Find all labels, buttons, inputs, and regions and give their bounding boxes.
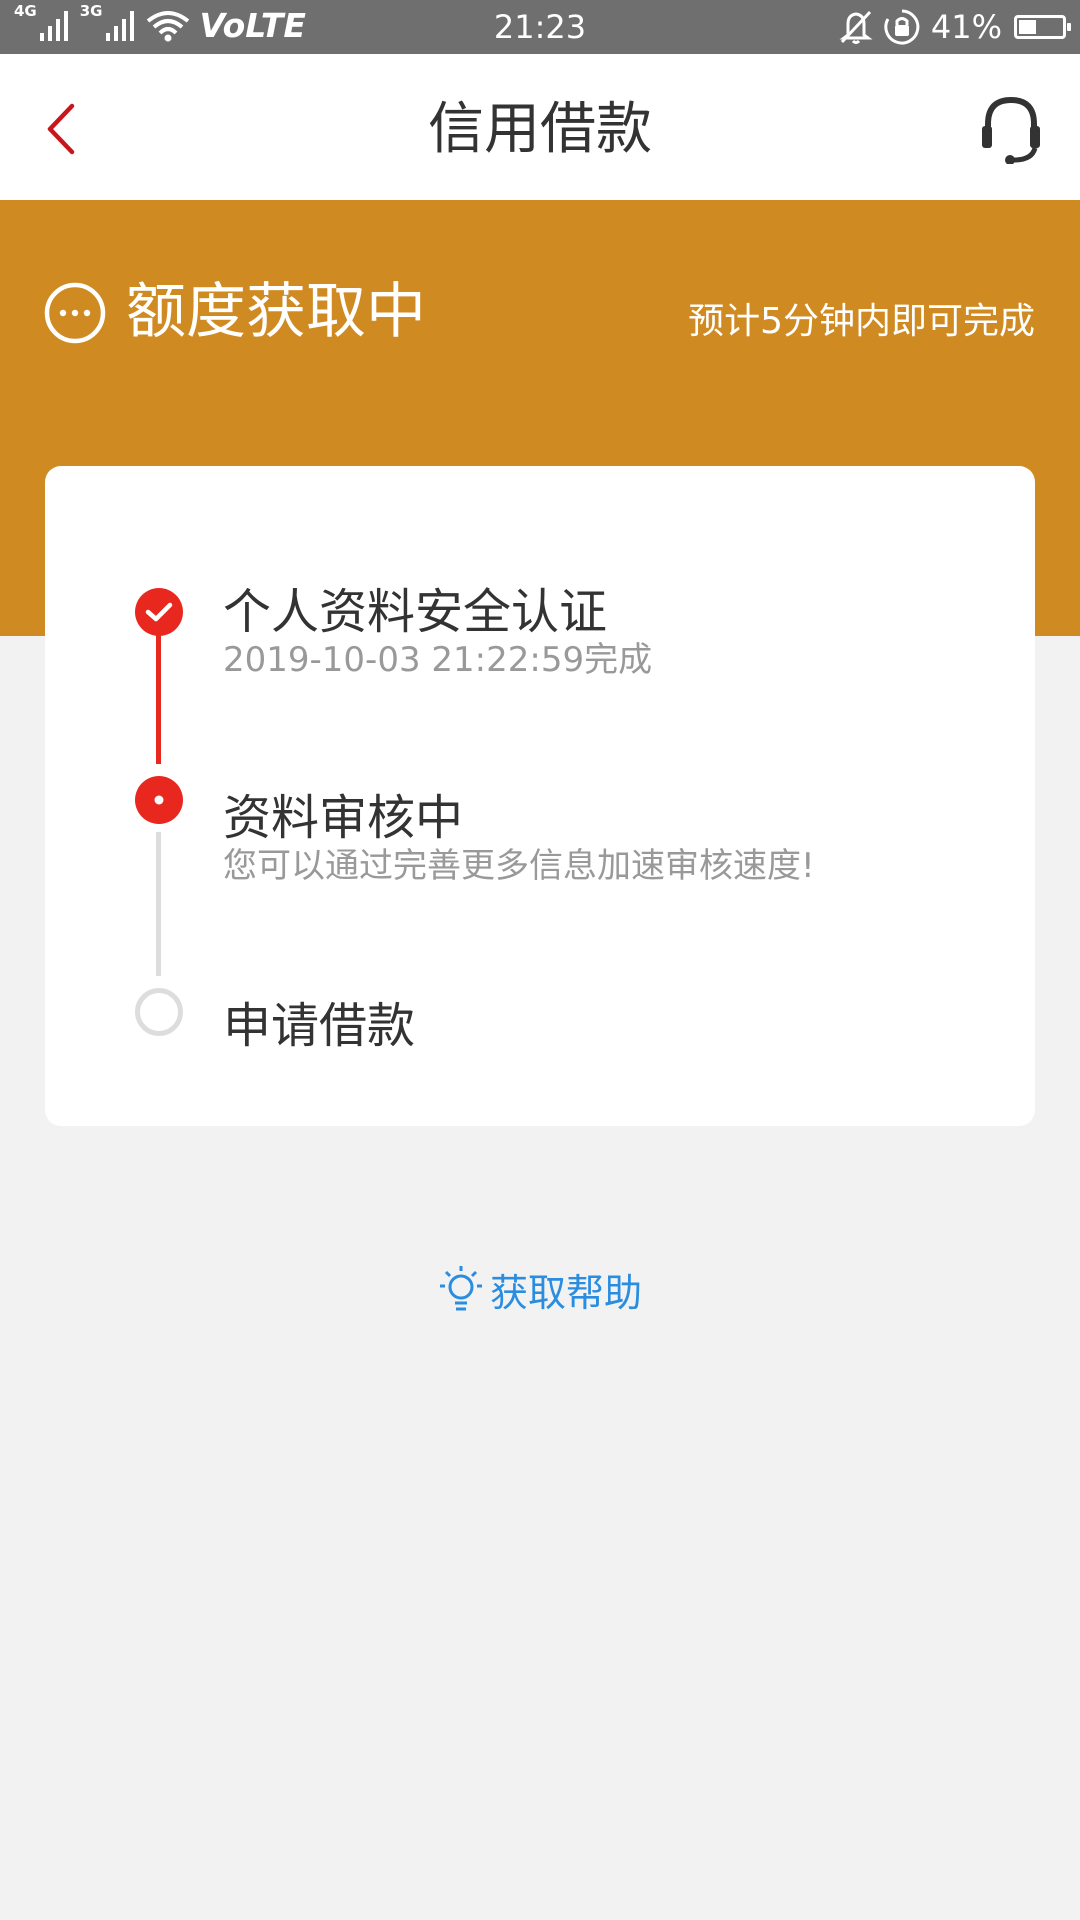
step-connector-done — [156, 620, 161, 764]
step-title: 申请借款 — [223, 998, 416, 1054]
step-title: 资料审核中 — [223, 790, 464, 846]
status-eta: 预计5分钟内即可完成 — [688, 301, 1035, 342]
battery-icon — [1014, 15, 1071, 39]
get-help-link[interactable]: 获取帮助 — [0, 1262, 1080, 1317]
status-title: 额度获取中 — [126, 277, 426, 347]
get-help-label: 获取帮助 — [489, 1271, 642, 1315]
battery-fill — [1019, 20, 1036, 34]
nav-bar: 信用借款 — [0, 54, 1080, 200]
step-pending-icon — [135, 988, 183, 1036]
battery-percent: 41% — [930, 8, 1002, 46]
rotation-lock-icon — [884, 9, 920, 45]
status-bar: 4G 3G VoLTE 21:23 41% — [0, 0, 1080, 54]
step-connector-pending — [156, 832, 161, 976]
progress-card: 个人资料安全认证 2019-10-03 21:22:59完成 资料审核中 您可以… — [45, 466, 1035, 1126]
step-done-icon — [135, 588, 183, 636]
step-subtitle: 您可以通过完善更多信息加速审核速度! — [223, 846, 815, 886]
step-subtitle: 2019-10-03 21:22:59完成 — [223, 640, 653, 680]
checkmark-icon — [145, 602, 173, 622]
page-title: 信用借款 — [428, 97, 652, 162]
dot-icon — [154, 795, 164, 805]
bell-muted-icon — [839, 10, 873, 44]
step-current-icon — [135, 776, 183, 824]
more-dots-icon — [44, 282, 106, 344]
step-title: 个人资料安全认证 — [223, 584, 608, 640]
lightbulb-icon — [439, 1265, 482, 1310]
status-bar-right: 41% — [839, 6, 1071, 48]
customer-service-button[interactable] — [978, 94, 1044, 165]
headset-icon — [982, 96, 1040, 165]
